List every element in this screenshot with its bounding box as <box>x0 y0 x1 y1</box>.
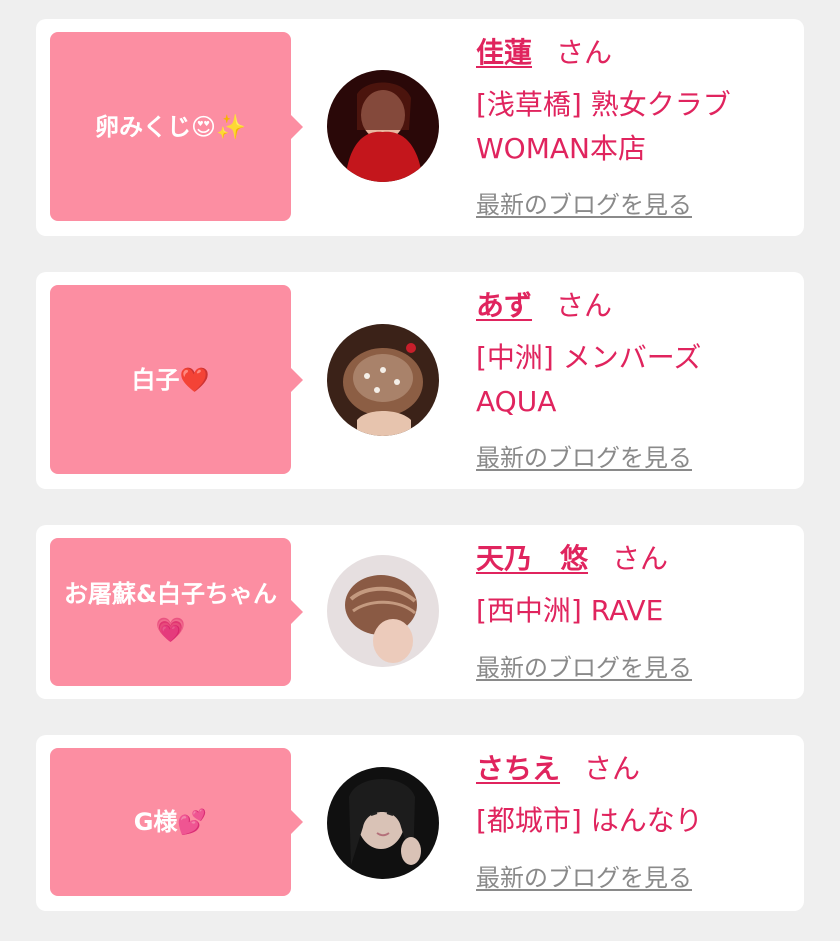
avatar[interactable] <box>327 767 439 879</box>
shop-name: [浅草橋] 熟女クラブ WOMAN本店 <box>476 83 794 171</box>
avatar[interactable] <box>327 324 439 436</box>
shop-line: [浅草橋] 熟女クラブ <box>476 88 731 121</box>
avatar-photo-icon <box>327 555 439 667</box>
message-bubble: 卵みくじ😍✨ <box>50 32 303 221</box>
recommendation-card: 卵みくじ😍✨ 佳蓮 さん [浅草橋] 熟女クラブ WOMAN本店 最新のブログを見… <box>36 19 804 236</box>
shop-name: [中洲] メンバーズ AQUA <box>476 336 794 424</box>
avatar-photo-icon <box>327 767 439 879</box>
cast-name-link[interactable]: 天乃 悠 <box>476 542 588 575</box>
message-bubble: 白子❤️ <box>50 285 303 474</box>
honorific: さん <box>612 542 669 575</box>
latest-blog-link[interactable]: 最新のブログを見る <box>476 185 692 220</box>
name-row: あず さん <box>476 288 794 324</box>
shop-line: WOMAN本店 <box>476 132 646 165</box>
shop-name: [都城市] はんなり <box>476 799 794 843</box>
shop-name: [西中洲] RAVE <box>476 589 794 633</box>
cast-info: 佳蓮 さん [浅草橋] 熟女クラブ WOMAN本店 <box>476 35 794 171</box>
latest-blog-link[interactable]: 最新のブログを見る <box>476 648 692 683</box>
honorific: さん <box>556 36 613 69</box>
cast-name-link[interactable]: さちえ <box>476 752 560 785</box>
avatar-photo-icon <box>327 70 439 182</box>
honorific: さん <box>584 752 641 785</box>
cast-info: 天乃 悠さん [西中洲] RAVE <box>476 541 794 633</box>
recommendation-card: G様💕 さちえ さん [都城市] はんなり 最新のブログを見る <box>36 735 804 911</box>
name-row: 天乃 悠さん <box>476 541 794 577</box>
shop-line: AQUA <box>476 385 557 418</box>
avatar[interactable] <box>327 70 439 182</box>
recommendation-card: お屠蘇&白子ちゃん💗 天乃 悠さん [西中洲] RAVE 最新のブログを見る <box>36 525 804 699</box>
shop-line: [西中洲] RAVE <box>476 594 664 627</box>
honorific: さん <box>556 289 613 322</box>
avatar[interactable] <box>327 555 439 667</box>
cast-info: さちえ さん [都城市] はんなり <box>476 751 794 843</box>
cast-info: あず さん [中洲] メンバーズ AQUA <box>476 288 794 424</box>
recommendation-card: 白子❤️ あず さん [中洲] メンバーズ AQUA 最新のブログを見る <box>36 272 804 489</box>
name-row: さちえ さん <box>476 751 794 787</box>
message-bubble: G様💕 <box>50 748 303 896</box>
name-row: 佳蓮 さん <box>476 35 794 71</box>
cast-name-link[interactable]: あず <box>476 289 532 322</box>
shop-line: [中洲] メンバーズ <box>476 341 702 374</box>
latest-blog-link[interactable]: 最新のブログを見る <box>476 438 692 473</box>
shop-line: [都城市] はんなり <box>476 804 703 837</box>
latest-blog-link[interactable]: 最新のブログを見る <box>476 858 692 893</box>
blog-recommendation-list: 卵みくじ😍✨ 佳蓮 さん [浅草橋] 熟女クラブ WOMAN本店 最新のブログを見… <box>0 0 840 941</box>
message-bubble: お屠蘇&白子ちゃん💗 <box>50 538 303 686</box>
avatar-photo-icon <box>327 324 439 436</box>
cast-name-link[interactable]: 佳蓮 <box>476 36 532 69</box>
